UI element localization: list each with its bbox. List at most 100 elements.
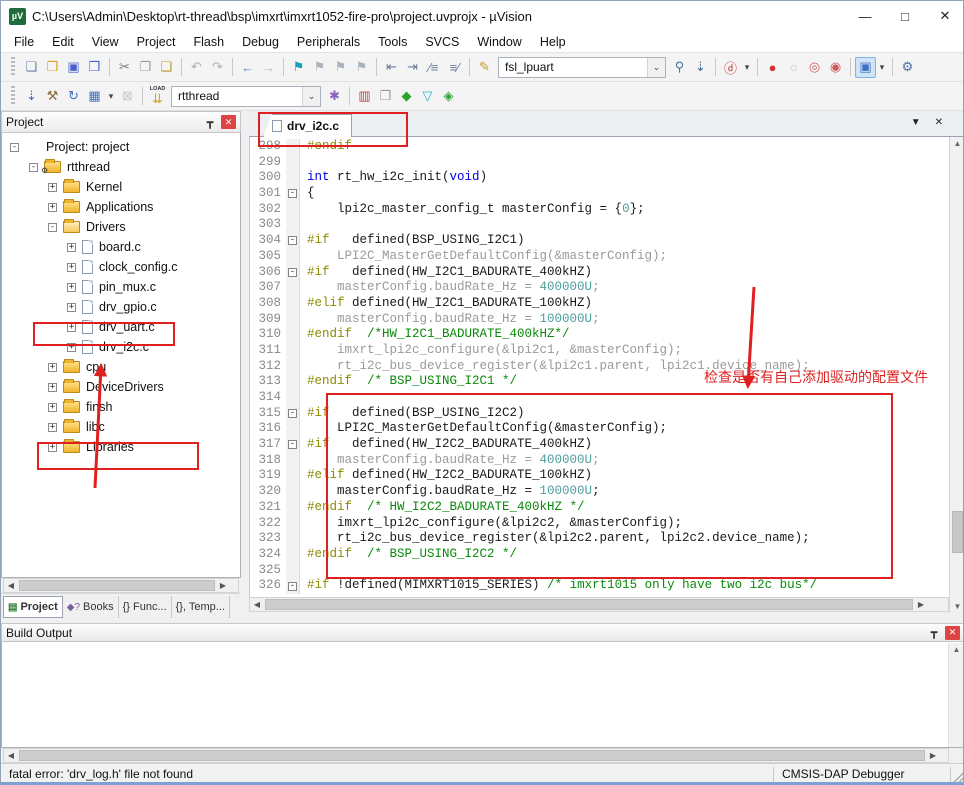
expand-icon[interactable]: + bbox=[48, 183, 57, 192]
tree-item-rtthread[interactable]: -rtthread bbox=[2, 157, 240, 177]
rebuild-all-icon[interactable]: ↻ bbox=[63, 86, 84, 107]
copy-icon[interactable]: ❐ bbox=[135, 57, 156, 78]
translate-file-icon[interactable]: ⇣ bbox=[21, 86, 42, 107]
code-line-319[interactable]: 319#elif defined(HW_I2C2_BADURATE_100kHZ… bbox=[250, 468, 949, 484]
scroll-up-icon[interactable]: ▲ bbox=[949, 645, 964, 654]
code-line-310[interactable]: 310#endif /*HW_I2C1_BADURATE_400kHZ*/ bbox=[250, 327, 949, 343]
next-bookmark-icon[interactable]: ⚑ bbox=[330, 57, 351, 78]
scroll-left-icon[interactable]: ◀ bbox=[250, 600, 264, 609]
collapse-icon[interactable]: - bbox=[29, 163, 38, 172]
search-dropdown-icon[interactable]: ⌄ bbox=[647, 58, 665, 77]
new-file-icon[interactable]: ❏ bbox=[21, 57, 42, 78]
tree-item-drv-uart-c[interactable]: +drv_uart.c bbox=[2, 317, 240, 337]
find-in-files-icon[interactable]: ⚲ bbox=[669, 57, 690, 78]
tree-item-finsh[interactable]: +finsh bbox=[2, 397, 240, 417]
select-software-packs-icon[interactable]: ▽ bbox=[417, 86, 438, 107]
scroll-up-icon[interactable]: ▲ bbox=[950, 139, 964, 148]
tree-item-clock-config-c[interactable]: +clock_config.c bbox=[2, 257, 240, 277]
build-output-close-icon[interactable]: ✕ bbox=[945, 626, 960, 640]
fold-collapse-icon[interactable]: - bbox=[288, 268, 297, 277]
menu-svcs[interactable]: SVCS bbox=[416, 33, 468, 51]
tree-item-pin-mux-c[interactable]: +pin_mux.c bbox=[2, 277, 240, 297]
scrollbar-thumb[interactable] bbox=[19, 580, 215, 591]
open-file-icon[interactable]: ❒ bbox=[42, 57, 63, 78]
build-output-vscrollbar[interactable]: ▲ bbox=[948, 643, 964, 747]
scrollbar-thumb[interactable] bbox=[19, 750, 925, 761]
menu-view[interactable]: View bbox=[83, 33, 128, 51]
tree-item-devicedrivers[interactable]: +DeviceDrivers bbox=[2, 377, 240, 397]
paste-icon[interactable]: ❑ bbox=[156, 57, 177, 78]
find-in-files-button-icon[interactable]: ✎ bbox=[474, 57, 495, 78]
tree-item-project-project[interactable]: -Project: project bbox=[2, 137, 240, 157]
debug-search-icon[interactable]: ⓓ bbox=[720, 57, 741, 78]
disable-all-breakpoints-icon[interactable]: ◎ bbox=[804, 57, 825, 78]
code-line-323[interactable]: 323 rt_i2c_bus_device_register(&lpi2c2.p… bbox=[250, 531, 949, 547]
target-dropdown-icon[interactable]: ⌄ bbox=[302, 87, 320, 106]
scroll-right-icon[interactable]: ▶ bbox=[914, 600, 928, 609]
panel-splitter[interactable] bbox=[241, 111, 249, 623]
expand-icon[interactable]: + bbox=[67, 243, 76, 252]
uncomment-selection-icon[interactable]: ≡∕ bbox=[444, 57, 465, 78]
code-line-315[interactable]: 315-#if defined(BSP_USING_I2C2) bbox=[250, 406, 949, 422]
code-line-311[interactable]: 311 imxrt_lpi2c_configure(&lpi2c1, &mast… bbox=[250, 343, 949, 359]
window-layout-dropdown-icon[interactable]: ▾ bbox=[876, 57, 888, 78]
comment-selection-icon[interactable]: ∕≡ bbox=[423, 57, 444, 78]
expand-icon[interactable]: + bbox=[67, 323, 76, 332]
tree-item-cpu[interactable]: +cpu bbox=[2, 357, 240, 377]
code-line-300[interactable]: 300int rt_hw_i2c_init(void) bbox=[250, 170, 949, 186]
scroll-left-icon[interactable]: ◀ bbox=[4, 751, 18, 760]
manage-project-items-icon[interactable]: ▥ bbox=[354, 86, 375, 107]
fold-collapse-icon[interactable]: - bbox=[288, 440, 297, 449]
expand-icon[interactable]: + bbox=[48, 383, 57, 392]
scrollbar-thumb[interactable] bbox=[952, 511, 963, 553]
menu-help[interactable]: Help bbox=[531, 33, 575, 51]
debug-search-dropdown-icon[interactable]: ▾ bbox=[741, 57, 753, 78]
code-line-322[interactable]: 322 imxrt_lpi2c_configure(&lpi2c2, &mast… bbox=[250, 516, 949, 532]
code-line-317[interactable]: 317-#if defined(HW_I2C2_BADURATE_400kHZ) bbox=[250, 437, 949, 453]
expand-icon[interactable]: + bbox=[48, 203, 57, 212]
code-line-326[interactable]: 326-#if !defined(MIMXRT1015_SERIES) /* i… bbox=[250, 578, 949, 594]
tab-drv-i2c[interactable]: drv_i2c.c bbox=[263, 114, 352, 137]
redo-icon[interactable]: ↷ bbox=[207, 57, 228, 78]
code-line-307[interactable]: 307 masterConfig.baudRate_Hz = 400000U; bbox=[250, 280, 949, 296]
code-line-314[interactable]: 314 bbox=[250, 390, 949, 406]
save-file-icon[interactable]: ▣ bbox=[63, 57, 84, 78]
code-line-324[interactable]: 324#endif /* BSP_USING_I2C2 */ bbox=[250, 547, 949, 563]
search-combo[interactable]: fsl_lpuart ⌄ bbox=[498, 57, 666, 78]
windows-stack-icon[interactable]: ❐ bbox=[375, 86, 396, 107]
menu-file[interactable]: File bbox=[5, 33, 43, 51]
pack-installer-icon[interactable]: ◈ bbox=[438, 86, 459, 107]
workspace-tab-project[interactable]: ▤Project bbox=[3, 596, 63, 618]
collapse-icon[interactable]: - bbox=[48, 223, 57, 232]
menu-window[interactable]: Window bbox=[468, 33, 530, 51]
project-panel-close-icon[interactable]: ✕ bbox=[221, 115, 236, 129]
build-output-content[interactable] bbox=[1, 642, 964, 748]
expand-icon[interactable]: + bbox=[48, 403, 57, 412]
code-line-320[interactable]: 320 masterConfig.baudRate_Hz = 100000U; bbox=[250, 484, 949, 500]
scroll-down-icon[interactable]: ▼ bbox=[950, 602, 964, 611]
kill-all-breakpoints-icon[interactable]: ◉ bbox=[825, 57, 846, 78]
menu-debug[interactable]: Debug bbox=[233, 33, 288, 51]
minimize-button[interactable]: — bbox=[845, 1, 885, 31]
search-input[interactable]: fsl_lpuart bbox=[499, 60, 647, 74]
expand-icon[interactable]: + bbox=[67, 303, 76, 312]
tree-item-board-c[interactable]: +board.c bbox=[2, 237, 240, 257]
fold-collapse-icon[interactable]: - bbox=[288, 582, 297, 591]
code-line-321[interactable]: 321#endif /* HW_I2C2_BADURATE_400kHZ */ bbox=[250, 500, 949, 516]
pin-icon[interactable]: ┳ bbox=[202, 116, 218, 129]
code-line-309[interactable]: 309 masterConfig.baudRate_Hz = 100000U; bbox=[250, 312, 949, 328]
code-line-325[interactable]: 325 bbox=[250, 563, 949, 579]
document-close-icon[interactable]: ✕ bbox=[935, 117, 943, 128]
code-line-308[interactable]: 308#elif defined(HW_I2C1_BADURATE_100kHZ… bbox=[250, 296, 949, 312]
workspace-tab-temp[interactable]: {}, Temp... bbox=[172, 596, 230, 618]
configure-tools-icon[interactable]: ⚙ bbox=[897, 57, 918, 78]
window-layout-icon[interactable]: ▣ bbox=[855, 57, 876, 78]
menu-flash[interactable]: Flash bbox=[184, 33, 233, 51]
editor-vscrollbar[interactable]: ▲ ▼ bbox=[949, 137, 964, 613]
target-select-combo[interactable]: rtthread ⌄ bbox=[171, 86, 321, 107]
menu-project[interactable]: Project bbox=[128, 33, 185, 51]
build-target-icon[interactable]: ⚒ bbox=[42, 86, 63, 107]
code-line-299[interactable]: 299 bbox=[250, 155, 949, 171]
save-all-icon[interactable]: ❒ bbox=[84, 57, 105, 78]
document-list-dropdown-icon[interactable]: ▼ bbox=[911, 117, 921, 128]
